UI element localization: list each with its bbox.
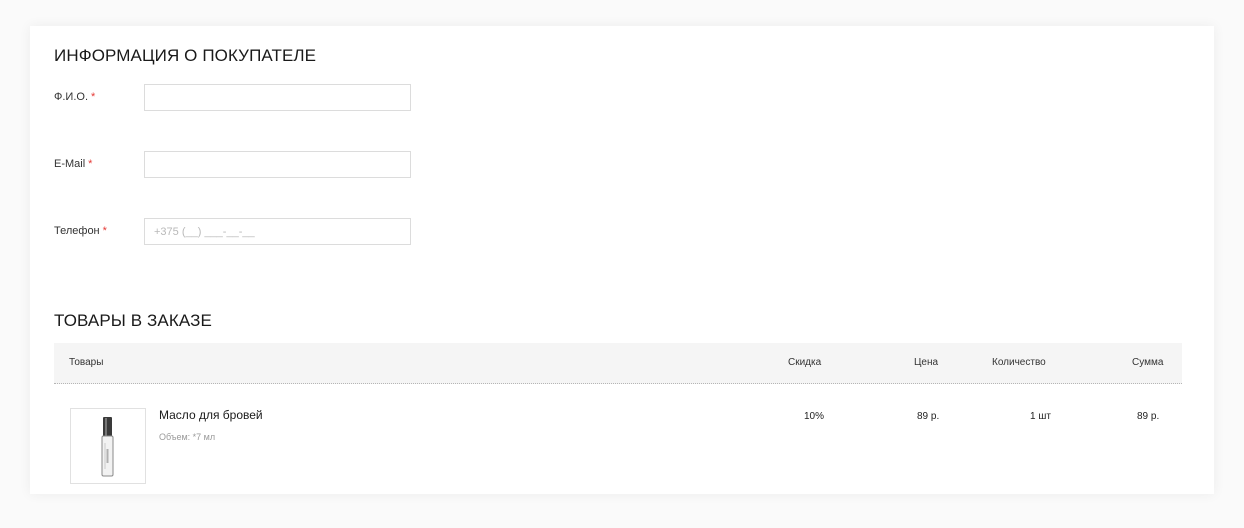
column-header-discount: Скидка [788,357,822,368]
column-header-price: Цена [914,357,939,368]
email-label: E-Mail * [54,158,93,170]
required-mark: * [88,158,93,170]
column-header-sum: Сумма [1132,357,1164,368]
order-table-header: Товары Скидка Цена Количество Сумма [54,343,1182,384]
phone-row: Телефон * [54,218,414,248]
phone-label: Телефон * [54,225,107,237]
checkout-panel: ИНФОРМАЦИЯ О ПОКУПАТЕЛЕ Ф.И.О. * E-Mail * … [30,26,1214,494]
required-mark: * [102,225,107,237]
phone-input[interactable] [144,218,411,245]
item-price: 89 р. [917,411,940,422]
item-discount: 10% [804,411,825,422]
product-image[interactable] [70,408,146,484]
oil-bottle-icon [101,417,114,477]
required-mark: * [91,91,96,103]
order-item-row: Масло для бровей Объем: *7 мл 10% 89 р. … [54,384,1182,494]
column-header-quantity: Количество [992,357,1046,368]
product-name[interactable]: Масло для бровей [159,408,263,422]
full-name-input[interactable] [144,84,411,111]
email-input[interactable] [144,151,411,178]
customer-info-title: ИНФОРМАЦИЯ О ПОКУПАТЕЛЕ [54,46,317,65]
full-name-label: Ф.И.О. * [54,91,96,103]
item-quantity: 1 шт [1030,411,1051,422]
column-header-product: Товары [69,357,104,368]
full-name-row: Ф.И.О. * [54,84,414,114]
email-row: E-Mail * [54,151,414,181]
order-items-title: ТОВАРЫ В ЗАКАЗЕ [54,311,212,330]
item-sum: 89 р. [1137,411,1160,422]
product-volume: Объем: *7 мл [159,432,216,442]
